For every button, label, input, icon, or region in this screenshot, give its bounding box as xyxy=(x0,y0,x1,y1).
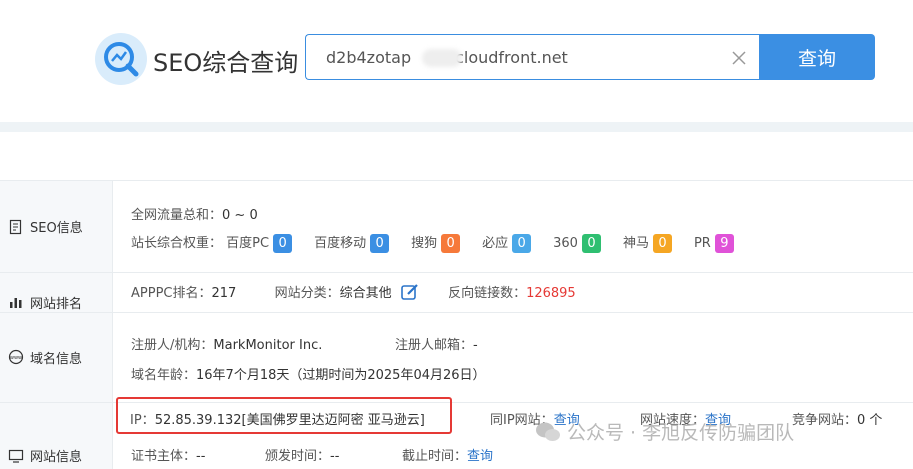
email-label: 注册人邮箱： xyxy=(395,338,474,353)
wechat-icon xyxy=(536,422,560,441)
header-divider xyxy=(0,122,913,132)
search-box[interactable]: d2b4zotap cloudfront.net xyxy=(305,34,759,80)
registrant-line: 注册人/机构：MarkMonitor Inc. xyxy=(131,334,322,353)
weight-line: 站长综合权重： 百度PC 0 百度移动 0 搜狗 0 必应 0 360 0 神马 0 PR 9 xyxy=(131,232,756,253)
watermark: 公众号 · 李旭反传防骗团队 xyxy=(535,418,794,445)
email-line: 注册人邮箱：- xyxy=(395,334,478,353)
weight-badge: 0 xyxy=(370,234,390,253)
traffic-value: 0 ~ 0 xyxy=(222,208,258,223)
svg-text:www: www xyxy=(10,355,22,361)
edit-icon[interactable] xyxy=(400,282,420,302)
traffic-label: 全网流量总和： xyxy=(131,208,223,223)
page-header: SEO综合查询 d2b4zotap cloudfront.net 查询 xyxy=(0,0,913,122)
compete-label: 竞争网站： xyxy=(792,413,858,428)
weight-name: 必应 xyxy=(482,236,509,251)
search-value-suffix: cloudfront.net xyxy=(455,48,568,67)
issue-label: 颁发时间： xyxy=(265,449,331,464)
watermark-text: 公众号 · 李旭反传防骗团队 xyxy=(567,422,795,444)
compete-value: 0 个 xyxy=(857,413,883,428)
traffic-line: 全网流量总和：0 ~ 0 xyxy=(131,204,258,223)
monitor-icon xyxy=(8,449,24,463)
section-label: 域名信息 xyxy=(30,351,83,367)
section-seo: SEO信息 xyxy=(0,181,113,272)
age-value: 16年7个月18天（过期时间为2025年04月26日） xyxy=(196,368,486,383)
document-icon xyxy=(9,219,22,234)
backlinks-label: 反向链接数： xyxy=(448,286,527,301)
weight-badge: 0 xyxy=(512,234,532,253)
issue-value: -- xyxy=(330,449,340,464)
expire-label: 截止时间： xyxy=(402,449,468,464)
weight-name: 搜狗 xyxy=(411,236,438,251)
backlinks-value: 126895 xyxy=(526,286,576,301)
registrant-value: MarkMonitor Inc. xyxy=(213,338,323,353)
row-divider xyxy=(0,272,913,273)
section-label: 网站信息 xyxy=(30,450,83,465)
compete-line: 竞争网站：0 个 xyxy=(792,409,882,428)
weight-name: PR xyxy=(693,236,711,251)
close-icon[interactable] xyxy=(730,49,748,67)
blur-mask xyxy=(422,49,462,67)
expire-line: 截止时间：查询 xyxy=(402,445,493,464)
age-line: 域名年龄：16年7个月18天（过期时间为2025年04月26日） xyxy=(131,364,486,383)
weight-badge: 0 xyxy=(581,234,601,253)
weight-name: 百度移动 xyxy=(314,236,367,251)
weight-badge: 0 xyxy=(273,234,293,253)
www-globe-icon: www xyxy=(8,349,24,365)
expire-link[interactable]: 查询 xyxy=(467,449,493,464)
cert-line: 证书主体：-- xyxy=(131,445,205,464)
section-domain: www 域名信息 xyxy=(0,312,113,402)
apppc-label: APPPC排名： xyxy=(131,286,212,301)
weight-badge: 0 xyxy=(441,234,461,253)
email-value: - xyxy=(473,338,478,353)
weight-label: 站长综合权重： xyxy=(131,236,223,251)
cert-value: -- xyxy=(196,449,206,464)
section-label: SEO信息 xyxy=(30,221,83,236)
search-value-prefix: d2b4zotap xyxy=(326,48,412,67)
apppc-value: 217 xyxy=(211,286,237,301)
category-label: 网站分类： xyxy=(274,286,340,301)
section-site: 网站信息 xyxy=(0,402,113,469)
weight-badge: 0 xyxy=(652,234,672,253)
category-value: 综合其他 xyxy=(339,286,392,301)
row-divider xyxy=(0,312,913,313)
bar-chart-icon xyxy=(10,298,22,308)
weight-badge: 9 xyxy=(714,234,734,253)
weight-name: 百度PC xyxy=(226,236,270,251)
registrant-label: 注册人/机构： xyxy=(131,338,214,353)
chart-magnifier-icon xyxy=(95,33,147,85)
row-divider xyxy=(0,180,913,181)
weight-name: 神马 xyxy=(622,236,649,251)
age-label: 域名年龄： xyxy=(131,368,197,383)
search-button[interactable]: 查询 xyxy=(759,34,875,80)
section-label: 网站排名 xyxy=(30,296,83,312)
issue-line: 颁发时间：-- xyxy=(265,445,339,464)
highlight-box xyxy=(116,397,452,434)
cert-label: 证书主体： xyxy=(131,449,197,464)
page-title: SEO综合查询 xyxy=(153,49,299,77)
weight-name: 360 xyxy=(553,236,578,251)
rank-line: APPPC排名：217 网站分类：综合其他 反向链接数：126895 xyxy=(131,282,576,302)
section-rank: 网站排名 xyxy=(0,272,113,312)
